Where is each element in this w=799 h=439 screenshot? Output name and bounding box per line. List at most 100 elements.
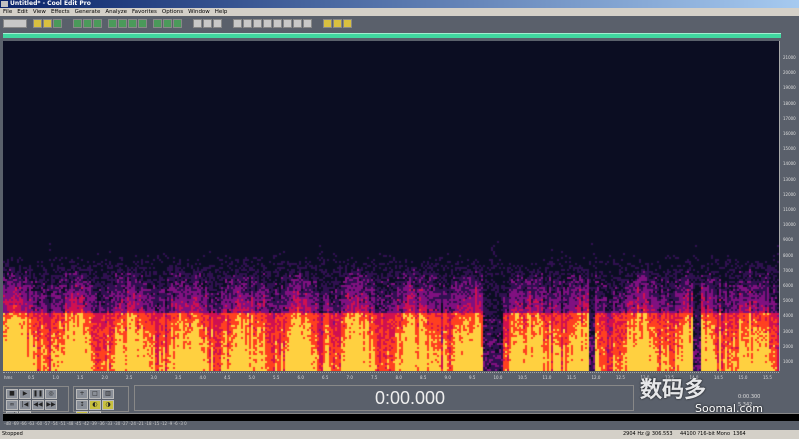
toolbar-button-28[interactable]: [253, 18, 262, 28]
toolbar-button-22[interactable]: [203, 18, 212, 28]
window-title: Untitled* - Cool Edit Pro: [10, 0, 91, 7]
zoom-left-icon[interactable]: ◐: [89, 400, 101, 410]
time-display-panel: 0:00.000: [134, 385, 634, 411]
freq-label: 10000: [783, 222, 796, 228]
freq-label: 9000: [783, 237, 794, 243]
zoom-vertical-in-icon[interactable]: ↕: [76, 400, 88, 410]
toolbar-button-0[interactable]: [3, 18, 27, 28]
freq-label: 19000: [783, 85, 796, 91]
toolbar-button-37[interactable]: [333, 18, 342, 28]
level-meter: -dB -69 -66 -63 -60 -57 -54 -51 -48 -45 …: [3, 413, 799, 430]
time-unit: hms: [4, 375, 13, 380]
menu-item-window[interactable]: Window: [188, 8, 210, 16]
toolbar-button-36[interactable]: [323, 18, 332, 28]
spectral-view[interactable]: [3, 41, 779, 371]
stop-button[interactable]: ■: [6, 389, 18, 399]
time-label: 8.5: [420, 375, 427, 380]
toolbar-button-29[interactable]: [263, 18, 272, 28]
toolbar-button-7[interactable]: [73, 18, 82, 28]
menu-item-effects[interactable]: Effects: [51, 8, 70, 16]
time-label: 11.5: [567, 375, 576, 380]
freq-label: 11000: [783, 207, 796, 212]
fast-forward-button[interactable]: ▶▶: [45, 400, 57, 410]
toolbar-button-9[interactable]: [93, 18, 102, 28]
freq-label: 13000: [783, 176, 796, 182]
status-format: 44100 ?16-bit Mono: [680, 431, 731, 437]
time-label: 2.0: [101, 375, 108, 380]
freq-label: 8000: [783, 252, 794, 258]
selection-begin: 0:00.300: [738, 394, 761, 400]
toolbar-button-21[interactable]: [193, 18, 202, 28]
go-to-start-button[interactable]: |◀: [19, 400, 31, 410]
toolbar-button-23[interactable]: [213, 18, 222, 28]
freq-label: 2000: [783, 343, 794, 349]
menu-item-options[interactable]: Options: [162, 8, 183, 16]
menu-item-generate[interactable]: Generate: [75, 8, 101, 16]
time-label: 6.5: [322, 375, 329, 380]
status-bar: Stopped 2904 Hz @ 306.553 44100 ?16-bit …: [0, 430, 799, 439]
play-to-end-button[interactable]: ◎: [45, 389, 57, 399]
toolbar-button-4[interactable]: [53, 18, 62, 28]
zoom-selection-icon[interactable]: ▥: [102, 389, 114, 399]
zoom-out-full-icon[interactable]: □: [89, 389, 101, 399]
time-label: 9.0: [444, 375, 451, 380]
toolbar-button-31[interactable]: [283, 18, 292, 28]
time-label: 7.5: [371, 375, 378, 380]
zoom-right-icon[interactable]: ◑: [102, 400, 114, 410]
time-label: 11.0: [542, 375, 552, 380]
time-label: 4.5: [224, 375, 231, 380]
loop-button[interactable]: ∞: [6, 400, 18, 410]
menu-item-edit[interactable]: Edit: [17, 8, 28, 16]
time-label: 7.0: [346, 375, 353, 380]
menu-item-favorites[interactable]: Favorites: [132, 8, 157, 16]
toolbar-button-33[interactable]: [303, 18, 312, 28]
status-cursor: 2904 Hz @ 306.553: [623, 431, 673, 437]
toolbar-button-3[interactable]: [43, 18, 52, 28]
menu-item-help[interactable]: Help: [215, 8, 228, 16]
time-label: 3.0: [150, 375, 157, 380]
toolbar-button-26[interactable]: [233, 18, 242, 28]
freq-label: 15000: [783, 146, 796, 152]
time-label: 5.0: [248, 375, 255, 380]
time-label: 10.0: [493, 375, 503, 380]
time-label: 6.0: [297, 375, 304, 380]
freq-label: 20000: [783, 70, 796, 76]
play-button[interactable]: ▶: [19, 389, 31, 399]
watermark-site: Soomal.com: [695, 402, 763, 415]
menu-item-file[interactable]: File: [3, 8, 12, 16]
toolbar-button-13[interactable]: [128, 18, 137, 28]
freq-label: 18000: [783, 100, 796, 106]
waveform-overview[interactable]: [3, 33, 781, 38]
time-label: 12.0: [591, 375, 601, 380]
time-label: 0.5: [28, 375, 35, 380]
time-label: 15.0: [738, 375, 748, 380]
toolbar-button-32[interactable]: [293, 18, 302, 28]
toolbar-button-30[interactable]: [273, 18, 282, 28]
time-label: 3.5: [175, 375, 182, 380]
menu-item-view[interactable]: View: [33, 8, 46, 16]
toolbar-button-17[interactable]: [163, 18, 172, 28]
time-label: 5.5: [273, 375, 280, 380]
time-label: 1.0: [52, 375, 59, 380]
toolbar-button-12[interactable]: [118, 18, 127, 28]
time-label: 4.0: [199, 375, 206, 380]
toolbar-button-38[interactable]: [343, 18, 352, 28]
pause-button[interactable]: ❚❚: [32, 389, 44, 399]
rewind-button[interactable]: ◀◀: [32, 400, 44, 410]
toolbar-button-8[interactable]: [83, 18, 92, 28]
toolbar-button-16[interactable]: [153, 18, 162, 28]
toolbar-button-18[interactable]: [173, 18, 182, 28]
time-label: 8.0: [395, 375, 402, 380]
time-label: 2.5: [126, 375, 133, 380]
toolbar-button-14[interactable]: [138, 18, 147, 28]
app-icon: [1, 1, 8, 7]
menu-item-analyze[interactable]: Analyze: [105, 8, 127, 16]
toolbar-button-27[interactable]: [243, 18, 252, 28]
freq-label: 3000: [783, 328, 794, 334]
toolbar-button-2[interactable]: [33, 18, 42, 28]
freq-label: 4000: [783, 313, 794, 319]
freq-label: 1000: [783, 359, 794, 364]
watermark-logo: 数码多: [640, 378, 707, 403]
zoom-in-icon[interactable]: +: [76, 389, 88, 399]
toolbar-button-11[interactable]: [108, 18, 117, 28]
